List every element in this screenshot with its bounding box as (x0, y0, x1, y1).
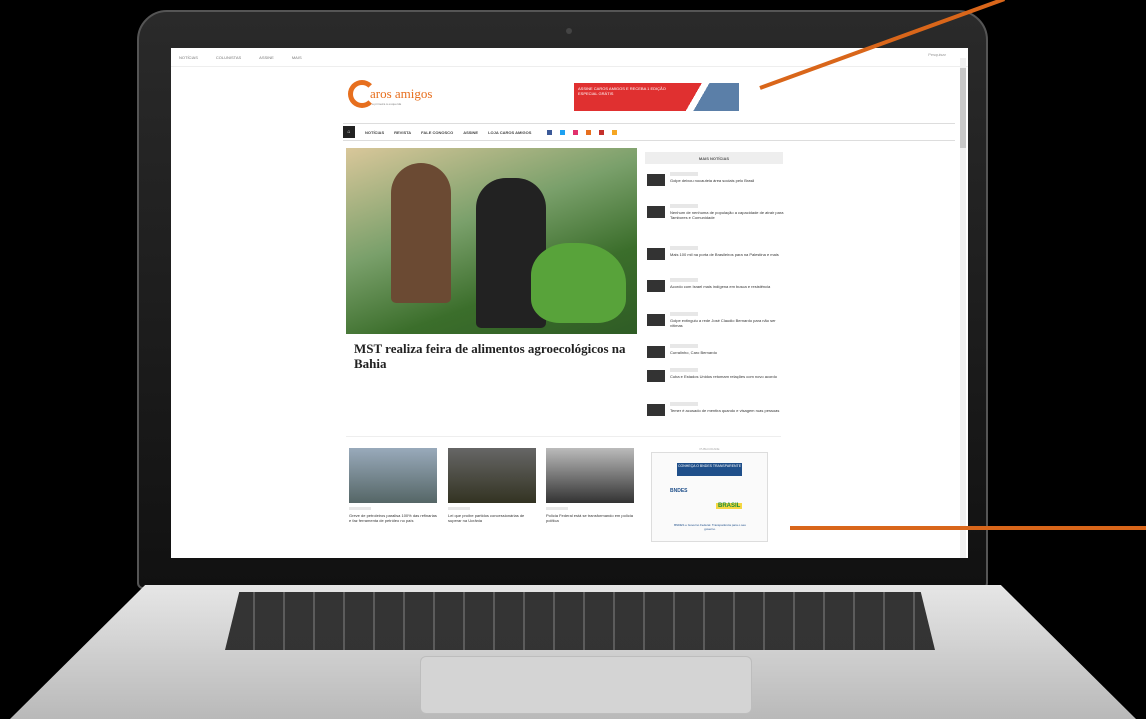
star-icon[interactable] (612, 129, 618, 135)
card-image (349, 448, 437, 503)
sidebar-news-item[interactable]: Acordo com Israel mais indígena em busca… (647, 278, 787, 306)
news-title: Acordo com Israel mais indígena em busca… (670, 284, 771, 289)
youtube-icon[interactable] (599, 129, 605, 135)
brasil-logo: BRASIL (716, 503, 743, 509)
rss-icon[interactable] (586, 129, 592, 135)
news-thumbnail (647, 206, 665, 218)
news-card[interactable]: Polícia Federal está se transformando em… (546, 448, 634, 523)
news-thumbnail (647, 314, 665, 326)
facebook-icon[interactable] (547, 129, 553, 135)
ad-text: ASSINE CAROS AMIGOS E RECEBA 1 EDIÇÃO ES… (578, 86, 666, 96)
news-title: Mais 100 mil na porta de Brasileiros par… (670, 252, 779, 257)
topbar-link[interactable]: MAIS (292, 55, 302, 60)
news-thumbnail (647, 280, 665, 292)
person-figure (391, 163, 451, 303)
sidebar-news-item[interactable]: Golpe deixou nocauteia área sociais pelo… (647, 172, 787, 200)
social-icons (547, 129, 618, 135)
ad-footer: BNDES e Governo Federal. Transparência p… (674, 523, 746, 531)
news-title: Golpe extinguiu a rede José Claudio Bern… (670, 318, 776, 328)
news-title: Temer é acusado de mentira quando e visa… (670, 408, 780, 413)
ad-label: PUBLICIDADE (699, 447, 720, 451)
ad-graphic (679, 83, 739, 111)
category-badge (349, 507, 371, 510)
nav-item-noticias[interactable]: NOTÍCIAS (365, 130, 384, 135)
category-badge (670, 246, 698, 250)
category-badge (670, 204, 698, 208)
news-card[interactable]: Lei que proíbe partidos concessionárias … (448, 448, 536, 523)
sidebar-news-item[interactable]: Cuba e Estados Unidos retomam relações c… (647, 368, 787, 396)
card-image (546, 448, 634, 503)
news-thumbnail (647, 404, 665, 416)
ad-cta: CONHEÇA O BNDES TRANSPARENTE (677, 463, 742, 476)
nav-item-loja[interactable]: LOJA CAROS AMIGOS (488, 130, 531, 135)
category-badge (448, 507, 470, 510)
category-badge (670, 344, 698, 348)
card-title: Greve de petroleiros paralisa 100% das r… (349, 513, 437, 523)
category-badge (670, 312, 698, 316)
main-nav: ⌂ NOTÍCIAS REVISTA FALE CONOSCO ASSINE L… (343, 123, 955, 141)
category-badge (670, 278, 698, 282)
hero-image[interactable] (346, 148, 637, 334)
nav-item-assine[interactable]: ASSINE (463, 130, 478, 135)
callout-arrow (790, 526, 1146, 530)
sidebar-news-item[interactable]: Nenhum de nenhuma de população a capacid… (647, 204, 787, 232)
logo-text: aros amigos (370, 86, 433, 101)
card-image (448, 448, 536, 503)
topbar-link[interactable]: NOTÍCIAS (179, 55, 198, 60)
nav-item-fale-conosco[interactable]: FALE CONOSCO (421, 130, 453, 135)
top-ad-banner[interactable]: ASSINE CAROS AMIGOS E RECEBA 1 EDIÇÃO ES… (574, 83, 739, 111)
card-title: Lei que proíbe partidos concessionárias … (448, 513, 525, 523)
sidebar-news-item[interactable]: Golpe extinguiu a rede José Claudio Bern… (647, 312, 787, 340)
category-badge (670, 402, 698, 406)
news-title: Cuba e Estados Unidos retomam relações c… (670, 374, 777, 379)
bndes-logo: BNDES (670, 488, 688, 494)
card-title: Polícia Federal está se transformando em… (546, 513, 633, 523)
hero-title[interactable]: MST realiza feira de alimentos agroecoló… (354, 341, 644, 371)
news-title: Golpe deixou nocauteia área sociais pelo… (670, 178, 755, 183)
category-badge (670, 368, 698, 372)
sidebar-ad[interactable]: PUBLICIDADE CONHEÇA O BNDES TRANSPARENTE… (651, 447, 768, 542)
news-thumbnail (647, 248, 665, 260)
news-card[interactable]: Greve de petroleiros paralisa 100% das r… (349, 448, 437, 523)
news-thumbnail (647, 174, 665, 186)
search-input[interactable]: Pesquisar (928, 52, 946, 57)
sidebar-heading: MAIS NOTÍCIAS (645, 152, 783, 164)
logo-subtitle: a primeira à esquerda (372, 102, 402, 106)
vegetables-figure (531, 243, 626, 323)
instagram-icon[interactable] (573, 129, 579, 135)
nav-item-revista[interactable]: REVISTA (394, 130, 411, 135)
sidebar-news-item[interactable]: Temer é acusado de mentira quando e visa… (647, 402, 787, 430)
news-thumbnail (647, 346, 665, 358)
twitter-icon[interactable] (560, 129, 566, 135)
scrollbar[interactable] (960, 58, 966, 558)
topbar-link[interactable]: COLUNISTAS (216, 55, 241, 60)
trackpad (420, 656, 752, 714)
keyboard (225, 592, 935, 650)
category-badge (546, 507, 568, 510)
browser-screen: NOTÍCIAS COLUNISTAS ASSINE MAIS Pesquisa… (171, 48, 968, 558)
site-logo[interactable]: aros amigos a primeira à esquerda (348, 80, 478, 110)
category-badge (670, 172, 698, 176)
topbar-link[interactable]: ASSINE (259, 55, 274, 60)
news-title: Curralinho, Caro Bernardo (670, 350, 717, 355)
webcam-icon (566, 28, 572, 34)
section-divider (346, 436, 781, 437)
news-title: Nenhum de nenhuma de população a capacid… (670, 210, 784, 220)
scrollbar-thumb[interactable] (960, 68, 966, 148)
home-icon[interactable]: ⌂ (343, 126, 355, 138)
sidebar-news-item[interactable]: Mais 100 mil na porta de Brasileiros par… (647, 246, 787, 274)
news-thumbnail (647, 370, 665, 382)
